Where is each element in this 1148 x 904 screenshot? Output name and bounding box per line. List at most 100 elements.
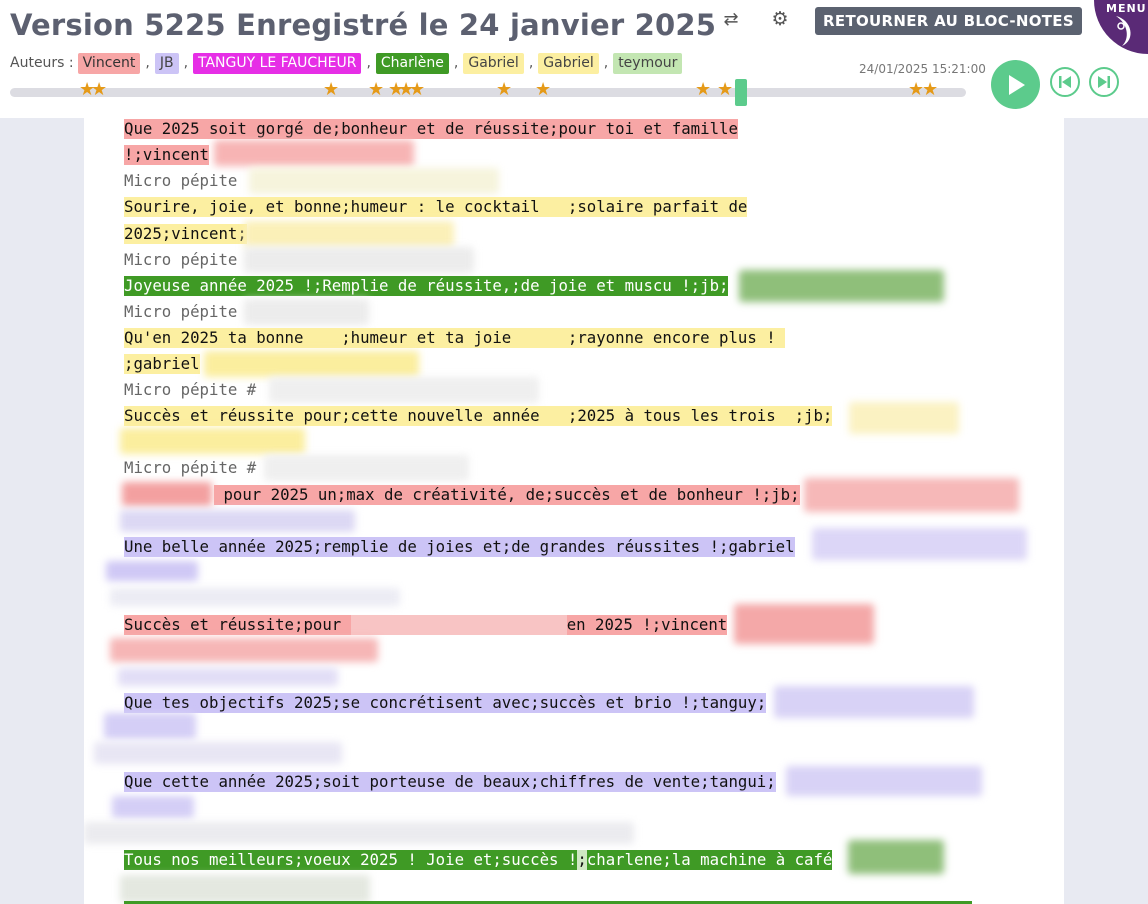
author-chip-jb[interactable]: JB [154, 52, 179, 74]
blurred-content [112, 796, 194, 818]
blurred-content [264, 455, 469, 481]
blurred-content [120, 428, 305, 454]
author-chip-vincent[interactable]: Vincent [77, 52, 141, 74]
text-run: 2025;vincent; [124, 224, 247, 244]
author-chip-gabriel-2[interactable]: Gabriel [538, 52, 599, 74]
blurred-content [804, 478, 1019, 512]
text-run: Que cette année 2025;soit porteuse de be… [124, 772, 776, 792]
blurred-content [774, 686, 974, 718]
star-icon[interactable]: ★ [368, 81, 384, 99]
text-run: pour 2025 un;max de créativité, de;succè… [214, 485, 800, 505]
author-chip-teymour[interactable]: teymour [613, 52, 683, 74]
micro-pepite-label: Micro pépite [124, 250, 238, 269]
crescent-logo-icon [1116, 16, 1131, 46]
blurred-content [110, 588, 400, 606]
star-icon[interactable]: ★ [409, 81, 425, 99]
blurred-content [110, 638, 378, 662]
text-line: !;vincent [124, 145, 210, 165]
authors-list: Auteurs : Vincent , JB , TANGUY LE FAUCH… [10, 52, 683, 74]
blurred-content [244, 247, 474, 273]
blurred-content [120, 510, 355, 532]
author-chip-tanguy[interactable]: TANGUY LE FAUCHEUR [193, 52, 362, 74]
skip-previous-icon [1059, 76, 1071, 88]
text-run: Tous nos meilleurs;voeux 2025 ! Joie et;… [124, 850, 578, 870]
author-separator: , [453, 55, 459, 71]
blurred-content [249, 168, 499, 194]
menu-button[interactable]: MENU [1094, 0, 1148, 54]
timeline-cursor[interactable] [735, 79, 747, 106]
blurred-content [849, 402, 959, 434]
text-line: Tous nos meilleurs;voeux 2025 ! Joie et;… [124, 850, 833, 870]
text-line: Que tes objectifs 2025;se concrétisent a… [124, 693, 767, 713]
blurred-content [269, 377, 539, 403]
text-run: en 2025 !;vincent [566, 615, 728, 635]
swap-arrows-icon[interactable]: ⇄ [721, 10, 741, 30]
text-run: !;vincent [124, 145, 210, 165]
authors-label: Auteurs : [10, 55, 74, 71]
back-to-notebook-button[interactable]: RETOURNER AU BLOC-NOTES [815, 7, 1082, 35]
text-run: Joyeuse année 2025 !;Remplie de réussite… [124, 276, 729, 296]
text-line: Succès et réussite;pour en 2025 !;vincen… [124, 615, 728, 635]
document-content: Que 2025 soit gorgé de;bonheur et de réu… [84, 118, 1064, 904]
blurred-content [244, 221, 454, 247]
blurred-content [848, 840, 944, 874]
text-run: Qu'en 2025 ta bonne ;humeur et ta joie ;… [124, 328, 786, 348]
text-run: ;gabriel [124, 354, 200, 374]
author-separator: , [528, 55, 534, 71]
author-chip-gabriel[interactable]: Gabriel [463, 52, 524, 74]
blurred-content [786, 766, 982, 796]
blurred-content [122, 482, 212, 506]
text-run: ; [577, 850, 587, 870]
micro-pepite-label: Micro pépite # [124, 380, 257, 399]
author-separator: , [366, 55, 371, 71]
text-run: charlene;la machine à café [586, 850, 833, 870]
micro-pepite-label: Micro pépite [124, 171, 238, 190]
star-icon[interactable]: ★ [922, 81, 938, 99]
blurred-content [106, 561, 198, 581]
text-line: Une belle année 2025;remplie de joies et… [124, 537, 795, 557]
play-icon [1008, 74, 1025, 95]
gear-icon[interactable]: ⚙ [770, 9, 790, 29]
blurred-content [118, 668, 338, 686]
blurred-content [84, 822, 634, 844]
blurred-content [214, 140, 414, 166]
blurred-content [94, 742, 342, 764]
text-run: Succès et réussite;pour [124, 615, 351, 635]
text-line: ;gabriel [124, 354, 200, 374]
version-timestamp: 24/01/2025 15:21:00 [859, 62, 986, 76]
text-run: Sourire, joie, et bonne;humeur : le cock… [124, 197, 748, 217]
text-line: Que 2025 soit gorgé de;bonheur et de réu… [124, 119, 738, 139]
skip-next-icon [1098, 76, 1110, 88]
star-icon[interactable]: ★ [496, 81, 512, 99]
top-bar: Version 5225 Enregistré le 24 janvier 20… [0, 0, 1148, 118]
star-icon[interactable]: ★ [323, 81, 339, 99]
text-run: Succès et réussite pour;cette nouvelle a… [124, 406, 833, 426]
star-icon[interactable]: ★ [717, 81, 733, 99]
page-title: Version 5225 Enregistré le 24 janvier 20… [10, 8, 717, 42]
text-line: Joyeuse année 2025 !;Remplie de réussite… [124, 276, 729, 296]
blurred-content [734, 604, 874, 644]
star-icon[interactable]: ★ [535, 81, 551, 99]
text-run: Que 2025 soit gorgé de;bonheur et de réu… [124, 119, 738, 139]
version-timeline[interactable]: ★ ★ ★ ★ ★ ★ ★ ★ ★ ★ ★ ★ ★ [10, 79, 966, 106]
text-line: 2025;vincent; [124, 224, 247, 244]
blurred-content [812, 528, 1027, 560]
star-icon[interactable]: ★ [91, 81, 107, 99]
text-line: Que cette année 2025;soit porteuse de be… [124, 772, 776, 792]
play-button[interactable] [991, 60, 1040, 109]
text-line: pour 2025 un;max de créativité, de;succè… [214, 485, 800, 505]
blurred-content [244, 299, 369, 325]
text-run: Que tes objectifs 2025;se concrétisent a… [124, 693, 767, 713]
star-icon[interactable]: ★ [695, 81, 711, 99]
text-line: Sourire, joie, et bonne;humeur : le cock… [124, 197, 748, 217]
text-line: Qu'en 2025 ta bonne ;humeur et ta joie ;… [124, 328, 786, 348]
blurred-content [739, 270, 944, 302]
text-line: Succès et réussite pour;cette nouvelle a… [124, 406, 833, 426]
blurred-content [204, 351, 419, 377]
previous-version-button[interactable] [1050, 67, 1080, 97]
blurred-content [120, 875, 370, 903]
next-version-button[interactable] [1089, 67, 1119, 97]
text-run: Une belle année 2025;remplie de joies et… [124, 537, 795, 557]
author-chip-charlene[interactable]: Charlène [375, 52, 449, 74]
author-separator: , [145, 55, 150, 71]
